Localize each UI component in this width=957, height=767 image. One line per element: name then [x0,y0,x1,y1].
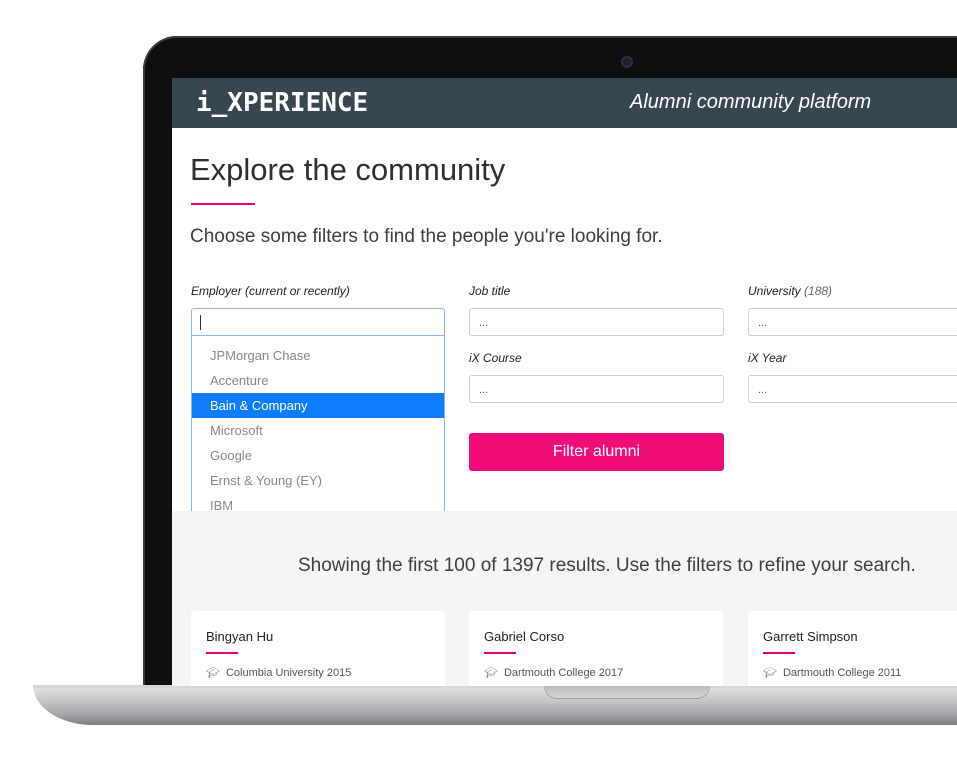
dropdown-option[interactable]: Ernst & Young (EY) [192,468,444,493]
ix-course-placeholder: ... [479,384,489,396]
alumni-card[interactable]: Bingyan Hu 🎓︎ Columbia University 2015 [191,611,445,686]
employer-input[interactable] [191,308,445,336]
employer-dropdown: JPMorgan Chase Accenture Bain & Company … [191,336,445,528]
laptop-base [33,685,957,725]
alumni-name[interactable]: Gabriel Corso [484,629,564,644]
university-count: (188) [804,284,833,298]
logo[interactable]: i_XPERIENCE [196,88,368,118]
text-caret [200,315,201,330]
dropdown-option[interactable]: Google [192,443,444,468]
alumni-name[interactable]: Garrett Simpson [763,629,858,644]
university-input[interactable]: ... [748,308,957,336]
card-accent-line [484,652,516,654]
alumni-school: 🎓︎ Dartmouth College 2011 [763,666,901,679]
job-title-placeholder: ... [479,317,489,329]
alumni-school: 🎓︎ Columbia University 2015 [206,666,351,679]
webcam [621,56,633,68]
ix-year-input[interactable]: ... [748,375,957,403]
graduation-cap-icon: 🎓︎ [763,667,777,679]
alumni-school-text: Dartmouth College 2017 [503,667,624,679]
dropdown-option[interactable]: Accenture [192,368,444,393]
alumni-card[interactable]: Garrett Simpson 🎓︎ Dartmouth College 2011 [748,611,957,686]
ix-course-input[interactable]: ... [469,375,724,403]
employer-label: Employer (current or recently) [191,284,350,298]
graduation-cap-icon: 🎓︎ [484,667,498,679]
graduation-cap-icon: 🎓︎ [206,667,220,679]
top-bar: i_XPERIENCE Alumni community platform [172,78,957,128]
tagline: Alumni community platform [630,91,872,113]
page-title: Explore the community [190,152,506,187]
alumni-name[interactable]: Bingyan Hu [206,629,273,644]
alumni-school-text: Dartmouth College 2011 [782,667,902,679]
alumni-school: 🎓︎ Dartmouth College 2017 [484,666,623,679]
page-subtitle: Choose some filters to find the people y… [190,226,663,247]
ix-course-label: iX Course [469,351,522,365]
dropdown-option-selected[interactable]: Bain & Company [192,393,444,418]
results-summary: Showing the first 100 of 1397 results. U… [298,555,916,576]
dropdown-option[interactable]: Microsoft [192,418,444,443]
laptop-notch [544,686,710,699]
card-accent-line [206,652,238,654]
alumni-school-text: Columbia University 2015 [225,667,352,679]
job-title-input[interactable]: ... [469,308,724,336]
dropdown-option[interactable]: JPMorgan Chase [192,343,444,368]
university-label: University (188) [748,284,832,298]
card-accent-line [763,652,795,654]
university-label-text: University [748,284,801,298]
alumni-card[interactable]: Gabriel Corso 🎓︎ Dartmouth College 2017 [469,611,723,686]
title-accent-line [191,203,255,205]
ix-year-placeholder: ... [758,384,768,396]
university-placeholder: ... [758,317,768,329]
job-title-label: Job title [469,284,511,298]
filter-alumni-button[interactable]: Filter alumni [469,433,724,471]
ix-year-label: iX Year [748,351,787,365]
laptop-screen: i_XPERIENCE Alumni community platform Ex… [172,78,957,686]
